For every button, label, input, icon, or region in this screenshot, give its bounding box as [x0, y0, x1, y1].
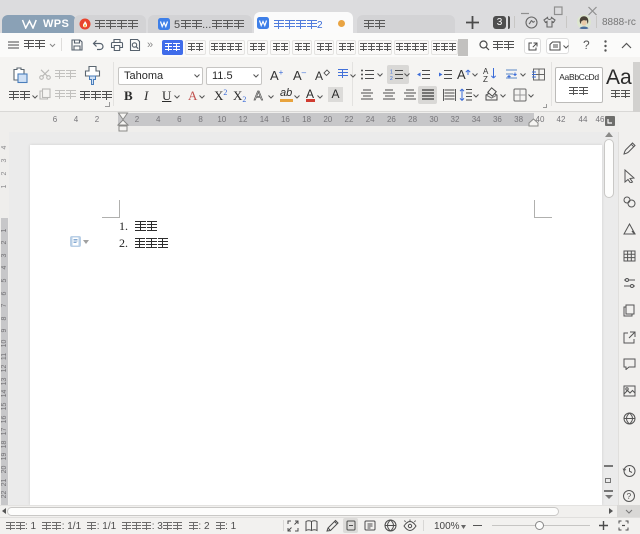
svg-text:Z: Z: [483, 75, 488, 82]
svg-text:A: A: [315, 69, 323, 82]
svg-text:A: A: [457, 67, 466, 82]
svg-text:?: ?: [627, 491, 632, 501]
svg-text:1: 1: [390, 70, 393, 76]
svg-text:A: A: [254, 88, 263, 102]
svg-text:2: 2: [390, 76, 393, 80]
